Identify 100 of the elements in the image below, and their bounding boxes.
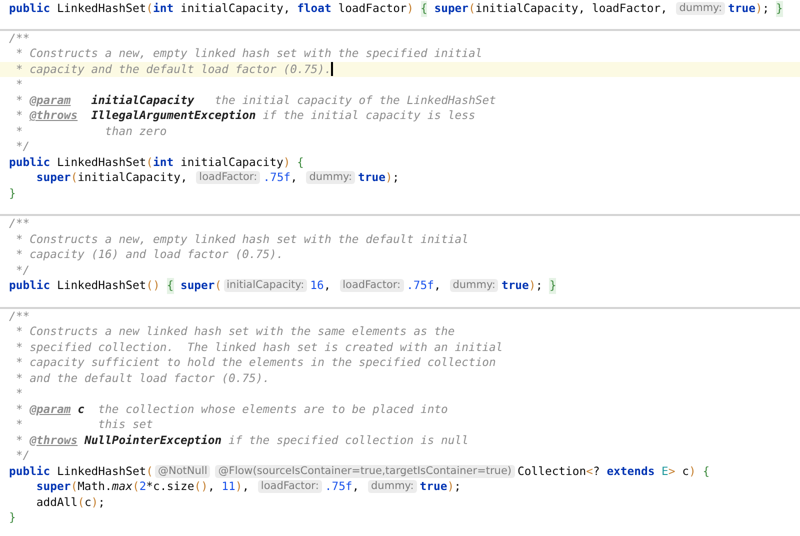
doc-reference: IllegalArgumentException bbox=[90, 108, 256, 124]
number-literal: .75f bbox=[263, 170, 291, 186]
bracket: ) bbox=[447, 479, 454, 494]
bracket: ( bbox=[70, 170, 78, 186]
comment-text: * capacity sufficient to hold the elements in the specified collection bbox=[14, 355, 496, 370]
bracket: ) bbox=[385, 170, 392, 186]
parameter-hint: loadFactor: bbox=[196, 171, 260, 184]
bracket: > bbox=[668, 464, 676, 479]
bracket: ( bbox=[146, 154, 154, 170]
comment-text: * bbox=[14, 402, 24, 417]
code-text: Collection bbox=[518, 464, 586, 479]
brace: } bbox=[9, 186, 16, 201]
comment-text: * than zero bbox=[14, 124, 167, 139]
parameter-hint: dummy: bbox=[368, 480, 417, 494]
bracket: < bbox=[586, 464, 593, 479]
code-text: ; bbox=[392, 170, 400, 186]
keyword: true bbox=[728, 1, 756, 16]
bracket: ) bbox=[528, 278, 536, 294]
comment-text: the initial capacity of the LinkedHashSet bbox=[214, 92, 496, 108]
keyword: float bbox=[297, 1, 332, 16]
doc-reference: initialCapacity bbox=[90, 92, 194, 108]
bracket: ) bbox=[689, 464, 696, 479]
doc-tag: @throws bbox=[30, 108, 78, 124]
parameter-hint: dummy: bbox=[450, 279, 498, 292]
code-text: ? bbox=[592, 464, 601, 479]
keyword: public bbox=[9, 278, 50, 294]
parameter-hint: initialCapacity: bbox=[224, 279, 308, 292]
comment-text: * Constructs a new, empty linked hash set with the specified initial bbox=[14, 46, 482, 62]
folded-brace: } bbox=[776, 1, 783, 16]
comment-text: the collection whose elements are to be placed into bbox=[97, 402, 448, 417]
doc-reference: NullPointerException bbox=[83, 432, 222, 448]
comment-text: */ bbox=[14, 448, 30, 464]
bracket: ( bbox=[132, 479, 140, 494]
number-literal: 11 bbox=[222, 479, 236, 494]
code-text: , bbox=[290, 170, 298, 186]
number-literal: .75f bbox=[406, 278, 434, 294]
code-text: LinkedHashSet bbox=[56, 464, 146, 479]
number-literal: 2 bbox=[139, 479, 146, 494]
bracket: ) bbox=[755, 1, 762, 16]
comment-text: /** bbox=[9, 216, 30, 232]
comment-text: if the specified collection is null bbox=[227, 432, 468, 448]
code-text: initialCapacity, loadFactor, bbox=[475, 1, 668, 16]
method-name: max bbox=[112, 479, 132, 494]
code-text: LinkedHashSet bbox=[56, 154, 146, 170]
bracket: ( bbox=[214, 278, 222, 294]
folded-brace: { bbox=[166, 278, 174, 294]
keyword: super bbox=[433, 1, 469, 16]
parameter-hint: dummy: bbox=[306, 171, 356, 184]
bracket: ( bbox=[468, 1, 476, 16]
comment-text: * bbox=[14, 108, 24, 124]
doc-reference: c bbox=[76, 402, 84, 417]
code-text: , bbox=[208, 479, 216, 494]
comment-text: /** bbox=[9, 30, 30, 46]
number-literal: .75f bbox=[324, 479, 352, 494]
bracket: ( bbox=[70, 479, 78, 494]
code-text: ; bbox=[536, 278, 544, 294]
code-text: c bbox=[681, 464, 689, 479]
keyword: public bbox=[9, 154, 50, 170]
bracket: ( bbox=[78, 494, 84, 510]
folded-brace: } bbox=[549, 278, 556, 294]
keyword: true bbox=[420, 479, 448, 494]
code-text: ; bbox=[762, 1, 770, 16]
comment-text: * bbox=[14, 77, 23, 92]
bracket: ) bbox=[406, 1, 415, 16]
comment-text: if the initial capacity is less bbox=[262, 108, 476, 124]
code-text: addAll bbox=[36, 494, 78, 510]
doc-tag: @param bbox=[30, 92, 71, 108]
keyword: true bbox=[358, 170, 386, 186]
bracket: ) bbox=[235, 479, 242, 494]
comment-text: * this set bbox=[14, 417, 154, 432]
keyword: super bbox=[36, 479, 71, 494]
text-caret bbox=[331, 62, 334, 76]
code-text: initialCapacity bbox=[179, 154, 284, 170]
parameter-hint: dummy: bbox=[676, 2, 726, 16]
code-text: ; bbox=[454, 479, 461, 494]
code-text: initialCapacity, bbox=[78, 170, 188, 186]
number-literal: 16 bbox=[310, 278, 324, 294]
folded-brace: { bbox=[420, 1, 428, 16]
brace: { bbox=[296, 154, 304, 170]
comment-text: * capacity and the default load factor (0.75). bbox=[14, 62, 332, 77]
comment-text: */ bbox=[14, 139, 30, 154]
parameter-hint: loadFactor: bbox=[340, 279, 404, 292]
comment-text: * capacity (16) and load factor (0.75). bbox=[14, 247, 284, 262]
comment-text: * specified collection. The linked hash set is created with an initial bbox=[14, 340, 503, 355]
comment-text: * Constructs a new linked hash set with the same elements as the bbox=[14, 324, 455, 340]
keyword: public bbox=[9, 1, 50, 16]
brace: { bbox=[702, 464, 710, 479]
doc-tag: @param bbox=[30, 402, 71, 417]
keyword: int bbox=[153, 154, 174, 170]
keyword: public bbox=[9, 464, 50, 479]
bracket: ( bbox=[146, 464, 154, 479]
code-text: Math. bbox=[78, 479, 112, 494]
comment-text: * bbox=[14, 432, 24, 448]
comment-text: */ bbox=[14, 262, 30, 278]
code-text: c bbox=[84, 494, 92, 510]
doc-tag: @throws bbox=[30, 432, 78, 448]
brace: } bbox=[9, 510, 16, 526]
code-text: loadFactor bbox=[337, 1, 407, 16]
parameter-hint: @NotNull bbox=[155, 464, 210, 478]
code-text: LinkedHashSet bbox=[56, 1, 146, 16]
